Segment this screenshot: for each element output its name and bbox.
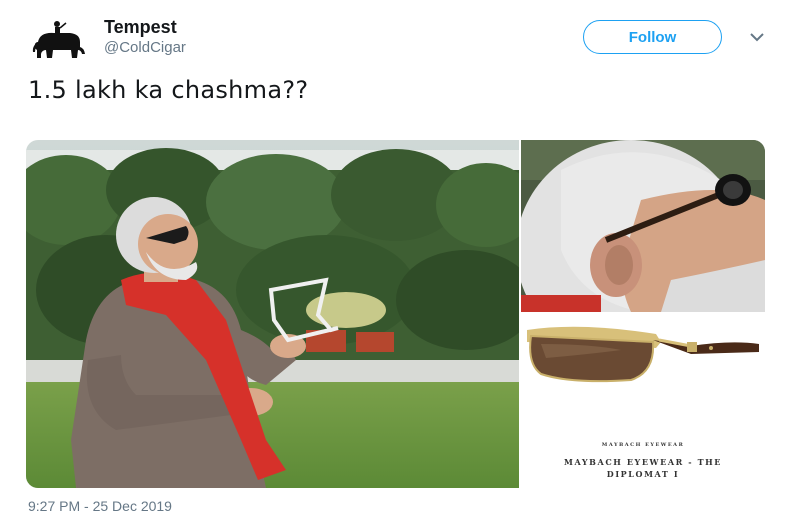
user-info[interactable]: Tempest @ColdCigar	[104, 16, 186, 58]
product-name: MAYBACH EYEWEAR - THE DIPLOMAT I	[521, 456, 765, 480]
photo-main-image	[26, 140, 519, 488]
photo-main[interactable]	[26, 140, 519, 488]
elephant-rider-icon[interactable]	[30, 20, 86, 60]
display-name[interactable]: Tempest	[104, 16, 186, 38]
user-handle[interactable]: @ColdCigar	[104, 38, 186, 58]
product-name-line1: MAYBACH EYEWEAR - THE	[564, 457, 722, 467]
tweet-header: Tempest @ColdCigar Follow	[30, 14, 780, 64]
product-name-line2: DIPLOMAT I	[606, 469, 680, 479]
tweet-text: 1.5 lakh ka chashma??	[28, 76, 309, 104]
product-brand: MAYBACH EYEWEAR	[601, 442, 685, 448]
tweet-media: MAYBACH EYEWEAR MAYBACH EYEWEAR - THE DI…	[26, 140, 768, 490]
photo-closeup-image	[521, 140, 765, 312]
photo-product[interactable]: MAYBACH EYEWEAR MAYBACH EYEWEAR - THE DI…	[521, 314, 765, 490]
follow-button[interactable]: Follow	[583, 20, 722, 54]
tweet-timestamp[interactable]: 9:27 PM - 25 Dec 2019	[28, 498, 172, 513]
product-image	[527, 326, 759, 383]
photo-closeup[interactable]	[521, 140, 765, 312]
chevron-down-icon[interactable]	[748, 28, 766, 46]
